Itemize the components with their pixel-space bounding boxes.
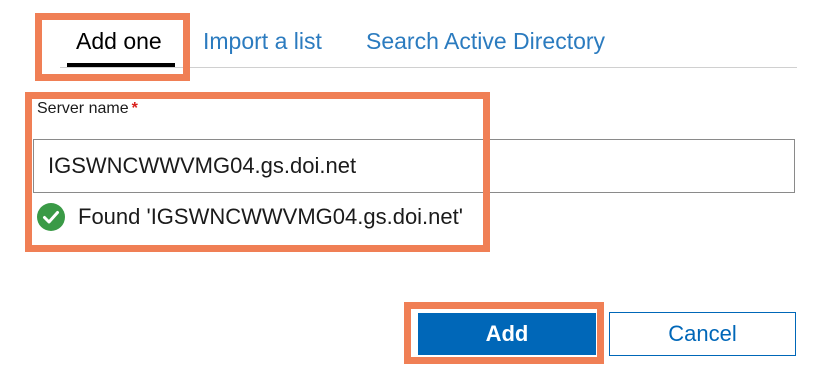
validation-message: Found 'IGSWNCWWVMG04.gs.doi.net' (36, 200, 463, 234)
server-name-input[interactable] (33, 139, 795, 193)
cancel-button[interactable]: Cancel (609, 312, 796, 356)
server-name-label-text: Server name (37, 100, 129, 117)
check-circle-icon (37, 203, 65, 231)
tab-add-one[interactable]: Add one (76, 26, 162, 56)
tab-divider (60, 67, 797, 68)
add-button[interactable]: Add (418, 313, 596, 355)
validation-text: Found 'IGSWNCWWVMG04.gs.doi.net' (78, 204, 463, 229)
server-name-label: Server name * (37, 99, 138, 119)
tab-bar: Add one Import a list Search Active Dire… (0, 0, 831, 70)
tab-import-a-list[interactable]: Import a list (203, 26, 322, 56)
required-asterisk: * (131, 100, 138, 117)
tab-search-active-directory[interactable]: Search Active Directory (366, 26, 605, 56)
